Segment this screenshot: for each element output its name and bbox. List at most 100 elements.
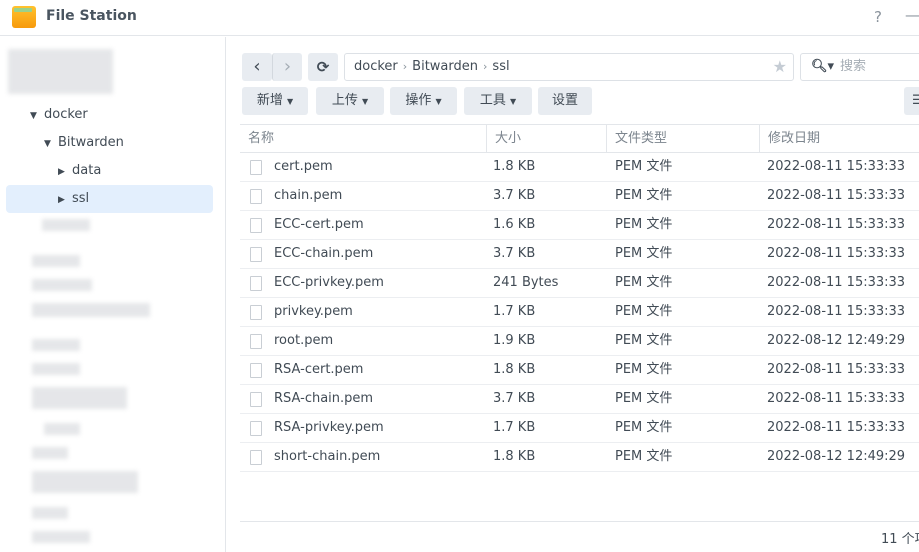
star-icon[interactable]: ★ <box>773 54 787 80</box>
title-bar: File Station ? — <box>0 0 919 36</box>
column-size[interactable]: 大小 <box>486 125 521 153</box>
action-label: 操作 <box>405 93 432 108</box>
cell-name: ECC-privkey.pem <box>274 275 384 290</box>
table-row[interactable]: privkey.pem 1.7 KB PEM 文件 2022-08-11 15:33:… <box>240 298 919 327</box>
column-modified[interactable]: 修改日期 <box>759 125 820 153</box>
cell-modified: 2022-08-11 15:33:33 <box>767 217 906 232</box>
cell-type: PEM 文件 <box>615 217 673 232</box>
blurred-item <box>32 471 138 493</box>
cell-name: RSA-chain.pem <box>274 391 374 406</box>
caret-right-icon[interactable]: ▶ <box>58 186 72 214</box>
file-icon <box>250 276 262 291</box>
table-row[interactable]: ECC-privkey.pem 241 Bytes PEM 文件 2022-08-11… <box>240 269 919 298</box>
cell-type: PEM 文件 <box>615 304 673 319</box>
caret-down-icon[interactable]: ▼ <box>44 130 58 158</box>
cell-modified: 2022-08-12 12:49:29 <box>767 449 906 464</box>
cell-type: PEM 文件 <box>615 333 673 348</box>
chevron-right-icon: › <box>483 60 488 73</box>
cell-name: RSA-privkey.pem <box>274 420 384 435</box>
file-icon <box>250 160 262 175</box>
caret-down-icon: ▼ <box>287 97 294 106</box>
help-icon[interactable]: ? <box>874 8 882 26</box>
search-icon[interactable]: 🔍︎▾ <box>811 59 834 74</box>
column-name[interactable]: 名称 <box>240 125 274 153</box>
back-button[interactable]: ‹ <box>242 53 272 81</box>
cell-name: ECC-cert.pem <box>274 217 364 232</box>
file-icon <box>250 334 262 349</box>
status-bar: 11 个项目 <box>240 521 919 552</box>
cell-size: 241 Bytes <box>493 275 559 290</box>
table-row[interactable]: RSA-cert.pem 1.8 KB PEM 文件 2022-08-11 15:33… <box>240 356 919 385</box>
tree-item-ssl[interactable]: ▶ ssl <box>58 185 89 213</box>
selected-highlight <box>6 185 213 213</box>
tree-item-docker[interactable]: ▼ docker <box>30 101 88 129</box>
caret-down-icon: ▼ <box>435 97 442 106</box>
action-button[interactable]: 操作 ▼ <box>390 87 457 115</box>
caret-down-icon: ▼ <box>362 97 369 106</box>
cell-type: PEM 文件 <box>615 275 673 290</box>
blurred-item <box>32 363 80 375</box>
search-input[interactable]: 🔍︎▾ 搜索 <box>800 53 919 81</box>
cell-type: PEM 文件 <box>615 159 673 174</box>
table-row[interactable]: short-chain.pem 1.8 KB PEM 文件 2022-08-12 12… <box>240 443 919 472</box>
blurred-item <box>32 279 92 291</box>
tree-label: Bitwarden <box>58 135 124 150</box>
forward-button[interactable]: › <box>272 53 302 81</box>
cell-size: 3.7 KB <box>493 188 536 203</box>
blurred-item <box>44 423 80 435</box>
blurred-item <box>32 507 68 519</box>
cell-modified: 2022-08-11 15:33:33 <box>767 362 906 377</box>
cell-name: chain.pem <box>274 188 343 203</box>
upload-button[interactable]: 上传 ▼ <box>316 87 384 115</box>
file-icon <box>250 392 262 407</box>
table-row[interactable]: cert.pem 1.8 KB PEM 文件 2022-08-11 15:33:33 <box>240 153 919 182</box>
new-label: 新增 <box>256 93 283 108</box>
blurred-item <box>32 447 68 459</box>
file-table: 名称 大小 文件类型 修改日期 cert.pem 1.8 KB PEM 文件 2022… <box>240 124 919 472</box>
table-header: 名称 大小 文件类型 修改日期 <box>240 124 919 153</box>
settings-button[interactable]: 设置 <box>538 87 592 115</box>
list-view-icon[interactable]: ☰ <box>904 87 919 115</box>
tools-label: 工具 <box>479 93 506 108</box>
breadcrumb-docker[interactable]: docker <box>354 59 398 74</box>
cell-size: 1.6 KB <box>493 217 536 232</box>
cell-size: 1.7 KB <box>493 420 536 435</box>
refresh-button[interactable]: ⟳ <box>308 53 338 81</box>
blurred-item <box>32 303 150 317</box>
cell-modified: 2022-08-11 15:33:33 <box>767 246 906 261</box>
cell-size: 1.8 KB <box>493 449 536 464</box>
new-button[interactable]: 新增 ▼ <box>242 87 308 115</box>
minimize-icon[interactable]: — <box>905 6 919 24</box>
item-count: 11 个项目 <box>881 532 919 547</box>
caret-right-icon[interactable]: ▶ <box>58 158 72 186</box>
file-icon <box>250 218 262 233</box>
cell-size: 1.7 KB <box>493 304 536 319</box>
caret-down-icon[interactable]: ▼ <box>30 102 44 130</box>
cell-name: root.pem <box>274 333 334 348</box>
search-placeholder: 搜索 <box>840 59 867 74</box>
cell-size: 3.7 KB <box>493 391 536 406</box>
tools-button[interactable]: 工具 ▼ <box>464 87 532 115</box>
table-row[interactable]: root.pem 1.9 KB PEM 文件 2022-08-12 12:49:29 <box>240 327 919 356</box>
column-type[interactable]: 文件类型 <box>606 125 667 153</box>
table-row[interactable]: RSA-chain.pem 3.7 KB PEM 文件 2022-08-11 15:3… <box>240 385 919 414</box>
table-row[interactable]: ECC-cert.pem 1.6 KB PEM 文件 2022-08-11 15:33… <box>240 211 919 240</box>
blurred-item <box>32 339 80 351</box>
table-row[interactable]: RSA-privkey.pem 1.7 KB PEM 文件 2022-08-11 15… <box>240 414 919 443</box>
app-title: File Station <box>46 8 137 24</box>
tree-item-bitwarden[interactable]: ▼ Bitwarden <box>44 129 124 157</box>
table-row[interactable]: chain.pem 3.7 KB PEM 文件 2022-08-11 15:33:33 <box>240 182 919 211</box>
cell-modified: 2022-08-11 15:33:33 <box>767 275 906 290</box>
path-bar[interactable]: docker › Bitwarden › ssl ★ <box>344 53 794 81</box>
cell-type: PEM 文件 <box>615 246 673 261</box>
table-row[interactable]: ECC-chain.pem 3.7 KB PEM 文件 2022-08-11 15:3… <box>240 240 919 269</box>
breadcrumb-ssl[interactable]: ssl <box>492 59 509 74</box>
breadcrumb-bitwarden[interactable]: Bitwarden <box>412 59 478 74</box>
tree-item-data[interactable]: ▶ data <box>58 157 101 185</box>
cell-modified: 2022-08-11 15:33:33 <box>767 304 906 319</box>
cell-name: ECC-chain.pem <box>274 246 374 261</box>
caret-down-icon: ▼ <box>510 97 517 106</box>
file-icon <box>250 421 262 436</box>
cell-type: PEM 文件 <box>615 449 673 464</box>
file-icon <box>250 363 262 378</box>
